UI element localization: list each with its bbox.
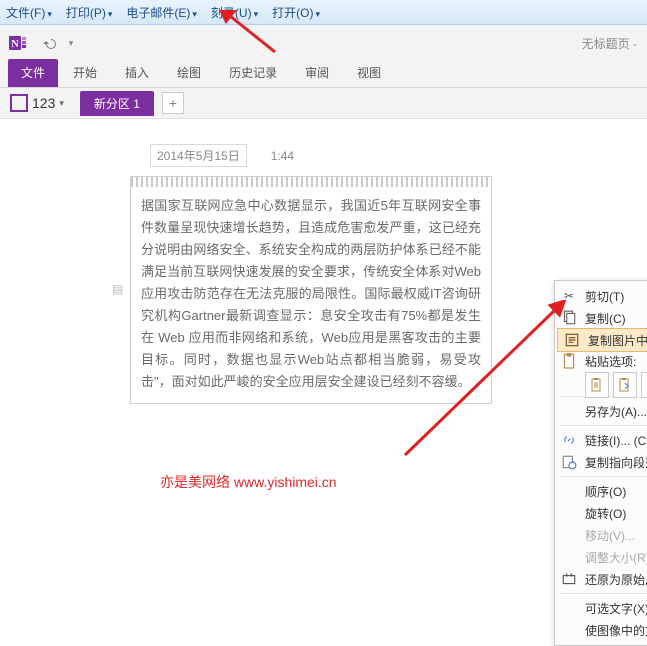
paragraph-link-icon	[561, 454, 577, 470]
tab-review[interactable]: 审阅	[292, 59, 342, 87]
ctx-link[interactable]: 链接(I)... (Ctrl+K)	[555, 429, 647, 451]
menu-email[interactable]: 电子邮件(E)▾	[126, 4, 197, 21]
tab-draw[interactable]: 绘图	[164, 59, 214, 87]
quick-access-toolbar: ▾	[40, 34, 80, 52]
watermark: 亦是美网络 www.yishimei.cn	[160, 472, 337, 492]
notebook-bar: 123 ▾ 新分区 1 +	[0, 88, 647, 119]
chevron-down-icon: ▾	[315, 9, 320, 19]
ctx-restore-size[interactable]: 还原为原始尺寸	[555, 568, 647, 590]
document-title: 无标题页 -	[582, 35, 637, 52]
tab-file[interactable]: 文件	[8, 59, 58, 87]
ctx-cut[interactable]: ✂ 剪切(T)	[555, 285, 647, 307]
page-canvas[interactable]: 2014年5月15日 1:44 ▤ 据国家互联网应急中心数据显示，我国近5年互联…	[0, 120, 647, 588]
os-menubar: 文件(F)▾ 打印(P)▾ 电子邮件(E)▾ 刻录(U)▾ 打开(O)▾	[0, 0, 647, 25]
ribbon: N ▾ 无标题页 - 文件 开始 插入 绘图 历史记录 审阅 视图	[0, 25, 647, 88]
ribbon-tabs: 文件 开始 插入 绘图 历史记录 审阅 视图	[0, 61, 647, 87]
page-time[interactable]: 1:44	[271, 149, 294, 163]
ctx-resize: 调整大小(R)	[555, 546, 647, 568]
ctx-order[interactable]: 顺序(O) ▸	[555, 480, 647, 502]
watermark-url: www.yishimei.cn	[234, 474, 337, 490]
container-drag-icon[interactable]: ▤	[112, 282, 123, 296]
note-text[interactable]: 据国家互联网应急中心数据显示，我国近5年互联网安全事件数量呈现快速增长趋势，且造…	[131, 187, 491, 403]
tab-insert[interactable]: 插入	[112, 59, 162, 87]
paste-keep-source-button[interactable]	[585, 372, 609, 398]
ctx-copy[interactable]: 复制(C)	[555, 307, 647, 329]
restore-size-icon	[561, 571, 577, 587]
scissors-icon: ✂	[561, 288, 577, 304]
link-icon	[561, 432, 577, 448]
ctx-make-searchable[interactable]: 使图像中的文本可搜索(K) ▸	[555, 619, 647, 641]
page-date[interactable]: 2014年5月15日	[150, 144, 247, 167]
watermark-name: 亦是美网络	[160, 474, 230, 490]
ctx-copy-image-text[interactable]: 复制图片中的文本(E)	[557, 328, 647, 352]
container-grip[interactable]	[131, 177, 491, 187]
clipboard-icon	[561, 354, 577, 370]
tab-home[interactable]: 开始	[60, 59, 110, 87]
chevron-down-icon: ▾	[254, 9, 259, 19]
page-meta: 2014年5月15日 1:44	[150, 144, 294, 167]
notebook-icon	[10, 94, 28, 112]
menu-print[interactable]: 打印(P)▾	[66, 4, 113, 21]
paste-merge-button[interactable]	[613, 372, 637, 398]
chevron-down-icon[interactable]: ▾	[62, 34, 80, 52]
ctx-move: 移动(V)...	[555, 524, 647, 546]
note-container[interactable]: 据国家互联网应急中心数据显示，我国近5年互联网安全事件数量呈现快速增长趋势，且造…	[130, 176, 492, 404]
chevron-down-icon: ▾	[108, 9, 113, 19]
menu-record[interactable]: 刻录(U)▾	[211, 4, 258, 21]
paste-picture-button[interactable]	[641, 372, 647, 398]
ocr-copy-icon	[564, 332, 580, 348]
ctx-rotate[interactable]: 旋转(O) ▸	[555, 502, 647, 524]
undo-icon[interactable]	[40, 34, 58, 52]
context-menu: ✂ 剪切(T) 复制(C) 复制图片中的文本(E) 粘贴选项: A 另存为(A)…	[554, 280, 647, 646]
chevron-down-icon: ▾	[59, 98, 64, 109]
add-section-button[interactable]: +	[162, 92, 184, 114]
tab-view[interactable]: 视图	[344, 59, 394, 87]
chevron-down-icon: ▾	[47, 9, 52, 19]
chevron-down-icon: ▾	[192, 9, 197, 19]
section-tab[interactable]: 新分区 1	[80, 91, 154, 116]
ctx-copy-paragraph-link[interactable]: 复制指向段落的链接(P)	[555, 451, 647, 473]
notebook-name: 123	[32, 95, 55, 111]
ctx-alt-text[interactable]: 可选文字(X)...	[555, 597, 647, 619]
ctx-save-as[interactable]: 另存为(A)...	[555, 400, 647, 422]
notebook-picker[interactable]: 123 ▾	[10, 94, 64, 112]
tab-history[interactable]: 历史记录	[216, 59, 290, 87]
copy-icon	[561, 310, 577, 326]
ctx-paste-options: 粘贴选项: A	[555, 351, 647, 393]
onenote-icon: N	[8, 33, 28, 53]
menu-file[interactable]: 文件(F)▾	[6, 4, 52, 21]
svg-text:N: N	[11, 39, 19, 50]
menu-open[interactable]: 打开(O)▾	[272, 4, 320, 21]
